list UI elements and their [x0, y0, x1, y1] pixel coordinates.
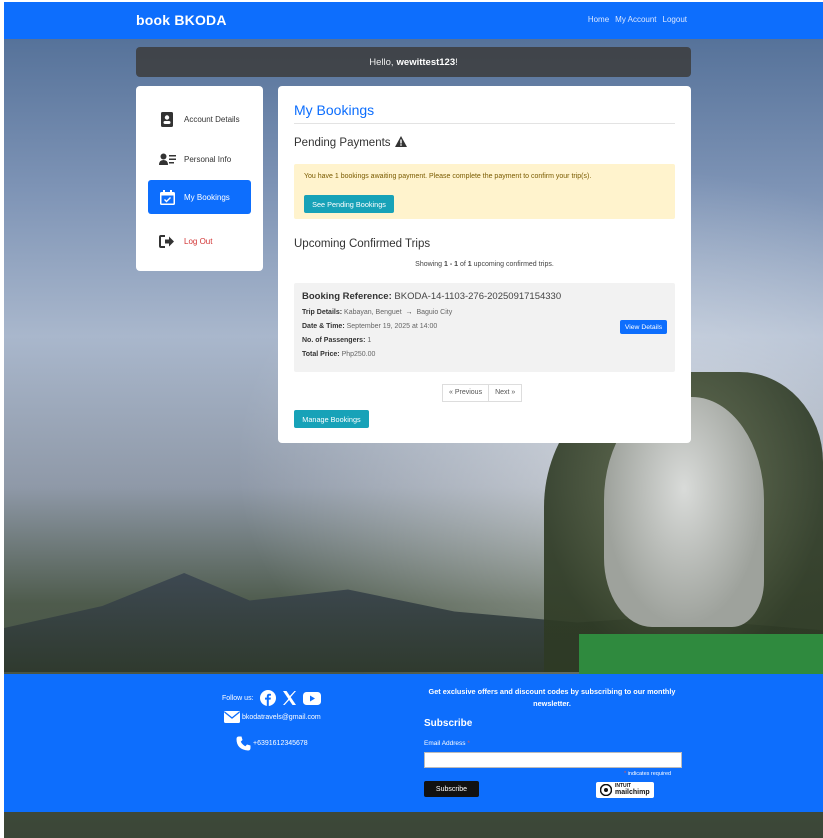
pending-title-text: Pending Payments	[294, 137, 391, 149]
of-word: of	[460, 261, 466, 268]
total-price-row: Total Price: Php250.00	[302, 351, 375, 358]
title-divider	[294, 123, 675, 124]
email-label-text: Email Address	[424, 740, 466, 747]
next-page-button[interactable]: Next »	[489, 384, 523, 402]
passengers-row: No. of Passengers: 1	[302, 337, 371, 344]
page-frame: book BKODA Home My Account Logout Hello,…	[4, 2, 823, 838]
nav-links: Home My Account Logout	[588, 15, 687, 24]
bookings-panel: My Bookings Pending Payments You have 1 …	[278, 86, 691, 443]
brand-logo[interactable]: book BKODA	[136, 12, 227, 28]
contact-card-icon	[156, 111, 178, 127]
warning-icon	[394, 136, 407, 150]
follow-label: Follow us:	[222, 694, 254, 702]
showing-suffix: upcoming confirmed trips.	[473, 261, 554, 268]
phone-number-text[interactable]: +6391612345678	[253, 740, 308, 747]
nav-home-link[interactable]: Home	[588, 15, 609, 24]
pending-alert: You have 1 bookings awaiting payment. Pl…	[294, 164, 675, 219]
sidebar-item-my-bookings[interactable]: My Bookings	[148, 180, 251, 214]
subscribe-heading: Subscribe	[424, 718, 473, 729]
required-star-note: *	[624, 771, 627, 777]
previous-page-button[interactable]: « Previous	[442, 384, 490, 402]
follow-us-row: Follow us:	[222, 690, 327, 706]
mailchimp-icon	[600, 784, 612, 796]
view-details-button[interactable]: View Details	[620, 320, 667, 334]
newsletter-offer-text: Get exclusive offers and discount codes …	[428, 687, 676, 708]
pending-payments-heading: Pending Payments	[294, 136, 407, 150]
account-sidebar: Account Details Personal Info My Booking…	[136, 86, 263, 271]
background-sign	[579, 634, 823, 674]
greeting-banner: Hello, wewittest123 !	[136, 47, 691, 77]
required-star: *	[467, 740, 470, 747]
date-label: Date & Time:	[302, 323, 345, 330]
ref-label: Booking Reference:	[302, 291, 392, 302]
greeting-prefix: Hello,	[369, 56, 394, 68]
trip-from: Kabayan, Benguet	[344, 309, 402, 316]
email-field-label: Email Address *	[424, 740, 470, 747]
date-time-row: Date & Time: September 19, 2025 at 14:00	[302, 323, 437, 330]
price-value: Php250.00	[341, 351, 376, 358]
arrow-right-icon: →	[403, 309, 415, 316]
booking-card: Booking Reference: BKODA-14-1103-276-202…	[294, 283, 675, 372]
calendar-check-icon	[156, 189, 178, 205]
sign-out-icon	[156, 234, 178, 248]
booking-reference: Booking Reference: BKODA-14-1103-276-202…	[302, 291, 561, 302]
sidebar-item-log-out[interactable]: Log Out	[148, 224, 251, 258]
contact-phone: +6391612345678	[236, 736, 308, 751]
pax-label: No. of Passengers:	[302, 337, 366, 344]
range-end: 1	[454, 261, 459, 268]
trip-to: Baguio City	[416, 309, 453, 316]
envelope-icon	[224, 711, 240, 723]
greeting-username: wewittest123	[396, 56, 456, 68]
youtube-icon[interactable]	[302, 691, 321, 705]
pending-alert-text: You have 1 bookings awaiting payment. Pl…	[304, 173, 592, 180]
showing-count: Showing 1 - 1 of 1 upcoming confirmed tr…	[415, 261, 554, 268]
top-navbar: book BKODA Home My Account Logout	[4, 2, 823, 39]
site-footer: Follow us: bkodatravels@gmail.com +63916…	[4, 674, 823, 812]
trip-label: Trip Details:	[302, 309, 343, 316]
trip-details-row: Trip Details: Kabayan, Benguet → Baguio …	[302, 309, 452, 316]
pax-value: 1	[367, 337, 372, 344]
upcoming-trips-heading: Upcoming Confirmed Trips	[294, 238, 431, 250]
phone-icon	[236, 736, 251, 751]
sidebar-item-label: Personal Info	[184, 154, 232, 164]
nav-logout-link[interactable]: Logout	[663, 15, 687, 24]
page-title: My Bookings	[294, 102, 375, 118]
price-label: Total Price:	[302, 351, 340, 358]
showing-prefix: Showing	[415, 261, 443, 268]
ref-value: BKODA-14-1103-276-20250917154330	[394, 291, 562, 302]
date-value: September 19, 2025 at 14:00	[346, 323, 438, 330]
facebook-icon[interactable]	[259, 690, 276, 706]
greeting-suffix: !	[455, 56, 458, 68]
required-note-text: indicates required	[627, 771, 672, 777]
mailchimp-bottom-text: mailchimp	[615, 789, 650, 796]
see-pending-bookings-button[interactable]: See Pending Bookings	[304, 195, 394, 213]
mailchimp-logo[interactable]: INTUIT mailchimp	[596, 782, 654, 798]
required-note: * indicates required	[624, 771, 671, 777]
total-count: 1	[467, 261, 472, 268]
x-twitter-icon[interactable]	[282, 691, 297, 705]
sidebar-item-label: My Bookings	[184, 192, 230, 202]
manage-bookings-button[interactable]: Manage Bookings	[294, 410, 369, 428]
user-list-icon	[156, 153, 178, 166]
sidebar-item-label: Account Details	[184, 114, 240, 124]
subscribe-button[interactable]: Subscribe	[424, 781, 479, 797]
contact-email: bkodatravels@gmail.com	[224, 711, 321, 723]
email-address-text[interactable]: bkodatravels@gmail.com	[242, 714, 321, 721]
pagination: « Previous Next »	[442, 384, 523, 402]
newsletter-email-input[interactable]	[424, 752, 682, 768]
sidebar-item-account-details[interactable]: Account Details	[148, 102, 251, 136]
sidebar-item-label: Log Out	[184, 236, 213, 246]
nav-my-account-link[interactable]: My Account	[615, 15, 656, 24]
sidebar-item-personal-info[interactable]: Personal Info	[148, 142, 251, 176]
range-start: 1	[443, 261, 448, 268]
